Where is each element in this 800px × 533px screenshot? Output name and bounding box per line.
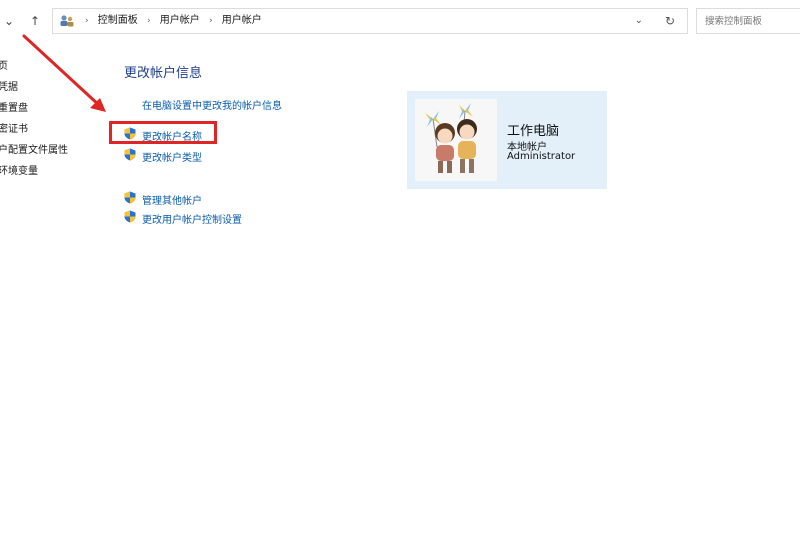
- task-pane: 主页 党凭据 理重置盘 加密证书 用户配置文件属性 改环境变量: [0, 56, 98, 182]
- refresh-icon[interactable]: ↻: [665, 9, 675, 33]
- page-title: 更改帐户信息: [124, 66, 203, 81]
- breadcrumb-separator: ›: [85, 16, 89, 26]
- recent-locations-chevron-icon[interactable]: ⌄: [0, 12, 18, 30]
- pc-settings-link[interactable]: 在电脑设置中更改我的帐户信息: [142, 97, 282, 112]
- account-avatar-icon[interactable]: [415, 99, 497, 181]
- search-box[interactable]: [696, 8, 800, 34]
- breadcrumb-separator: ›: [208, 16, 213, 26]
- uac-settings-link[interactable]: 更改用户帐户控制设置: [142, 211, 242, 226]
- navigation-bar: ⌄ ↑ › 控制面板 › 用户帐户 › 用户帐户 ⌄ ↻: [0, 0, 800, 44]
- manage-other-accounts-link[interactable]: 管理其他帐户: [142, 192, 202, 207]
- breadcrumb-user-accounts[interactable]: 用户帐户: [160, 15, 200, 26]
- account-card: 工作电脑 本地帐户 Administrator: [407, 91, 607, 189]
- task-pane-encryption-certificates[interactable]: 加密证书: [0, 119, 98, 140]
- task-pane-credentials[interactable]: 党凭据: [0, 77, 98, 98]
- account-role: Administrator: [507, 151, 576, 162]
- up-arrow-icon[interactable]: ↑: [26, 12, 44, 30]
- address-bar[interactable]: › 控制面板 › 用户帐户 › 用户帐户 ⌄ ↻: [52, 8, 688, 34]
- task-pane-user-profile-properties[interactable]: 用户配置文件属性: [0, 140, 98, 161]
- task-pane-home[interactable]: 主页: [0, 56, 98, 77]
- uac-shield-icon: [124, 210, 136, 223]
- breadcrumb: › 控制面板 › 用户帐户 › 用户帐户: [79, 9, 262, 33]
- uac-shield-icon: [124, 148, 136, 161]
- control-panel-icon: [60, 15, 74, 27]
- search-input[interactable]: [697, 9, 800, 33]
- uac-shield-icon: [124, 191, 136, 204]
- account-name: 工作电脑: [507, 124, 560, 139]
- annotation-arrow: [22, 34, 106, 112]
- annotation-highlight-box: [109, 121, 217, 144]
- task-pane-environment-variables[interactable]: 改环境变量: [0, 161, 98, 182]
- change-account-type-link[interactable]: 更改帐户类型: [142, 149, 202, 164]
- breadcrumb-control-panel[interactable]: 控制面板: [98, 15, 138, 26]
- task-pane-reset-disk[interactable]: 理重置盘: [0, 98, 98, 119]
- breadcrumb-separator: ›: [146, 16, 151, 26]
- address-history-chevron-icon[interactable]: ⌄: [635, 9, 643, 33]
- breadcrumb-user-accounts-current[interactable]: 用户帐户: [222, 15, 262, 26]
